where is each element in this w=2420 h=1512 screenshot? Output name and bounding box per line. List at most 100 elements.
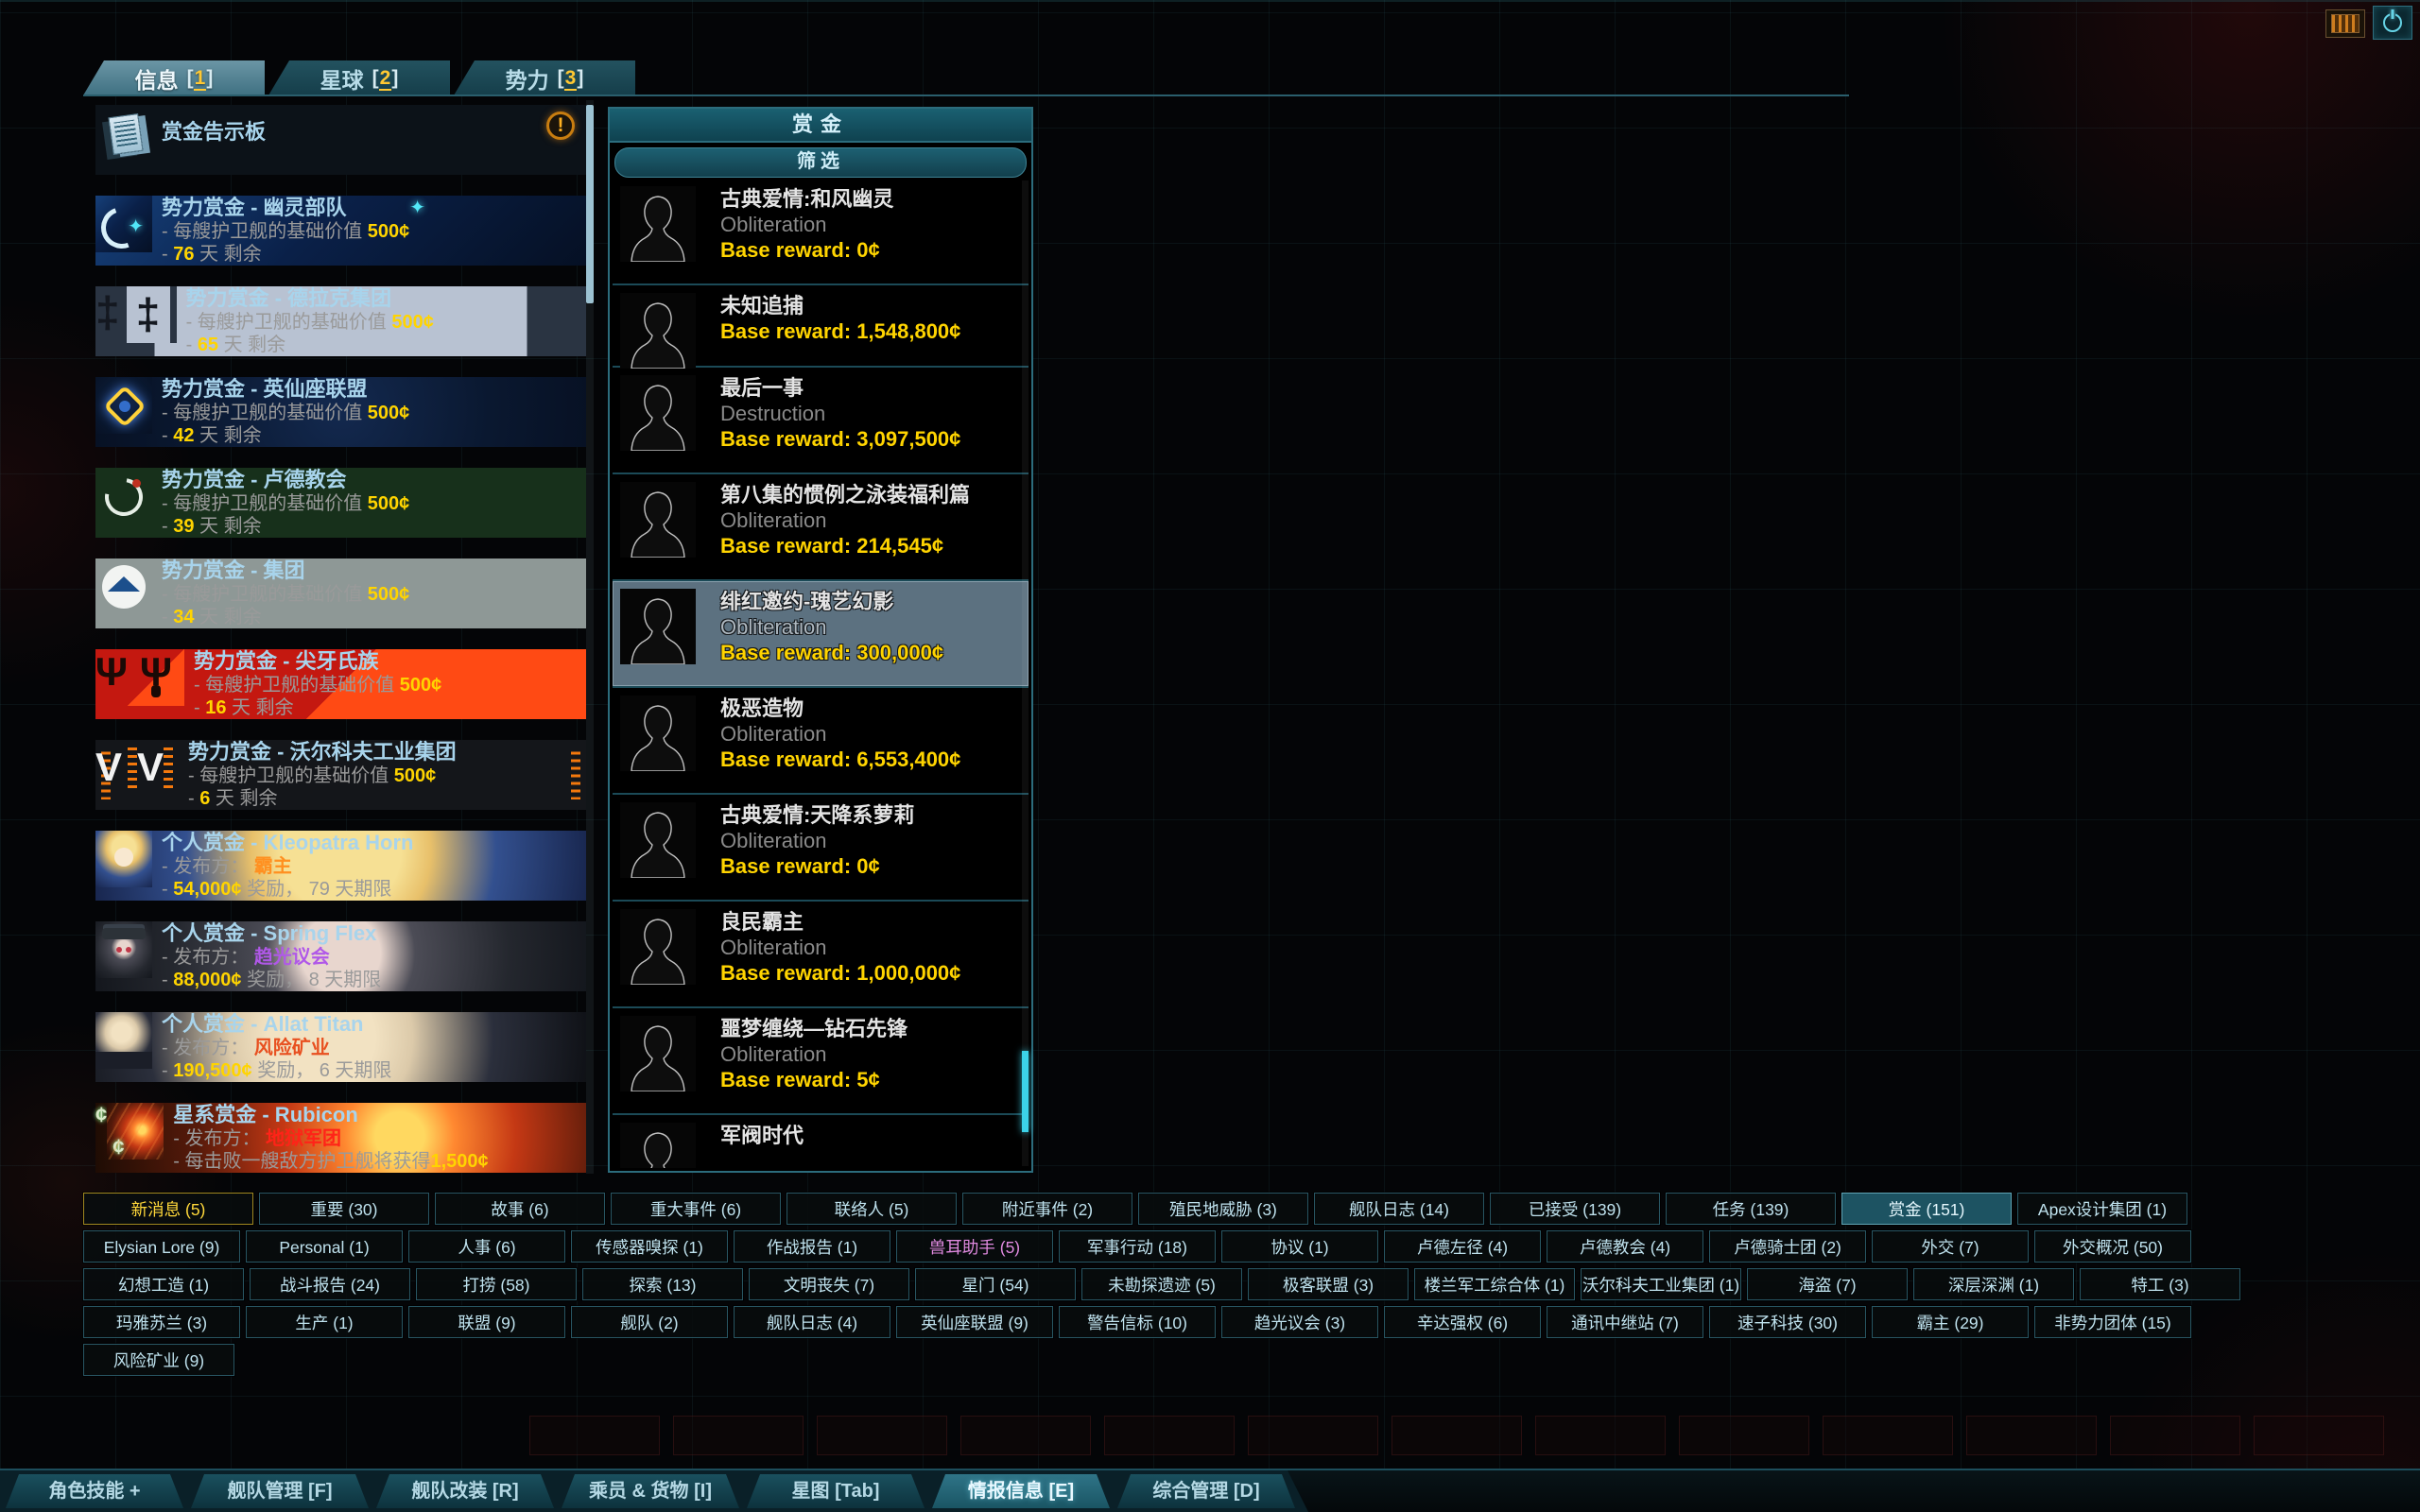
bounty-entry[interactable]: 最后一事DestructionBase reward: 3,097,500¢ [613, 368, 1028, 474]
filter-chip[interactable]: 星门 (54) [915, 1268, 1076, 1300]
filter-chip[interactable]: 速子科技 (30) [1709, 1306, 1866, 1338]
intel-list-item[interactable]: 势力赏金 - 尖牙氏族- 每艘护卫舰的基础价值 500¢- 16 天 剩余 [95, 649, 586, 719]
filter-chip[interactable]: 重大事件 (6) [611, 1193, 781, 1225]
filter-chip[interactable]: 军事行动 (18) [1059, 1230, 1216, 1263]
filter-chip[interactable]: 兽耳助手 (5) [896, 1230, 1053, 1263]
filter-chip[interactable]: 卢德左径 (4) [1384, 1230, 1541, 1263]
intel-item-line1: - 每艘护卫舰的基础价值 500¢ [162, 220, 409, 243]
filter-chip[interactable]: 协议 (1) [1221, 1230, 1378, 1263]
bottom-tab[interactable]: 舰队改装 [R] [376, 1474, 554, 1508]
tab[interactable]: 星球[2] [268, 60, 450, 95]
filter-chip[interactable]: 舰队日志 (4) [734, 1306, 890, 1338]
filter-chip[interactable]: 卢德骑士团 (2) [1709, 1230, 1866, 1263]
bounty-entry[interactable]: 古典爱情:和风幽灵ObliterationBase reward: 0¢ [613, 179, 1028, 285]
filter-chip[interactable]: 战斗报告 (24) [250, 1268, 410, 1300]
bottom-tab[interactable]: 角色技能 + [6, 1474, 183, 1508]
filter-chip[interactable]: 卢德教会 (4) [1547, 1230, 1703, 1263]
bounty-entry[interactable]: 极恶造物ObliterationBase reward: 6,553,400¢ [613, 688, 1028, 795]
tab[interactable]: 势力[3] [454, 60, 635, 95]
filter-chip[interactable]: 故事 (6) [435, 1193, 605, 1225]
filter-chip[interactable]: 外交 (7) [1872, 1230, 2029, 1263]
bottom-tab[interactable]: 舰队管理 [F] [191, 1474, 369, 1508]
filter-chip[interactable]: 楼兰军工综合体 (1) [1414, 1268, 1575, 1300]
inactive-slot [1392, 1416, 1522, 1455]
filter-chip[interactable]: 作战报告 (1) [734, 1230, 890, 1263]
bottom-tab[interactable]: 情报信息 [E] [932, 1474, 1110, 1508]
performance-icon[interactable] [2325, 9, 2365, 38]
intel-item-line3: - 45 天 期限 [173, 1173, 488, 1174]
intel-list-item[interactable]: 势力赏金 - 幽灵部队- 每艘护卫舰的基础价值 500¢- 76 天 剩余 [95, 196, 586, 266]
filter-chip[interactable]: Elysian Lore (9) [83, 1230, 240, 1263]
bounty-entry[interactable]: 未知追捕Base reward: 1,548,800¢ [613, 285, 1028, 368]
bounty-entry[interactable]: 良民霸主ObliterationBase reward: 1,000,000¢ [613, 902, 1028, 1008]
filter-chip[interactable]: 外交概况 (50) [2034, 1230, 2191, 1263]
bottom-tab[interactable]: 乘员 & 货物 [I] [562, 1474, 739, 1508]
filter-chip[interactable]: 非势力团体 (15) [2034, 1306, 2191, 1338]
filter-chip[interactable]: 趋光议会 (3) [1221, 1306, 1378, 1338]
bounty-entry[interactable]: 第八集的惯例之泳装福利篇ObliterationBase reward: 214… [613, 474, 1028, 581]
filter-chip[interactable]: Apex设计集团 (1) [2017, 1193, 2187, 1225]
filter-chip[interactable]: 霸主 (29) [1872, 1306, 2029, 1338]
filter-chip[interactable]: 舰队日志 (14) [1314, 1193, 1484, 1225]
intel-list-item[interactable]: 个人赏金 - Allat Titan- 发布方： 风险矿业- 190,500¢ … [95, 1012, 586, 1082]
filter-chip[interactable]: 通讯中继站 (7) [1547, 1306, 1703, 1338]
bounty-entry[interactable]: 噩梦缠绕—钻石先锋ObliterationBase reward: 5¢ [613, 1008, 1028, 1115]
filter-chip[interactable]: 探索 (13) [582, 1268, 743, 1300]
filter-chip[interactable]: 传感器嗅探 (1) [571, 1230, 728, 1263]
bounty-entry[interactable]: 绯红邀约-瑰艺幻影ObliterationBase reward: 300,00… [613, 581, 1028, 688]
filter-chip[interactable]: 已接受 (139) [1490, 1193, 1660, 1225]
filter-chip[interactable]: 玛雅苏兰 (3) [83, 1306, 240, 1338]
bounty-entry[interactable]: 军阀时代 [613, 1115, 1028, 1168]
filter-chip[interactable]: 打捞 (58) [416, 1268, 577, 1300]
intel-list-item[interactable]: 势力赏金 - 英仙座联盟- 每艘护卫舰的基础价值 500¢- 42 天 剩余 [95, 377, 586, 447]
power-button[interactable] [2373, 6, 2412, 40]
bottom-tab[interactable]: 星图 [Tab] [747, 1474, 925, 1508]
filter-chip[interactable]: 联盟 (9) [408, 1306, 565, 1338]
filter-chip[interactable]: 联络人 (5) [786, 1193, 957, 1225]
filter-chip[interactable]: 警告信标 (10) [1059, 1306, 1216, 1338]
intel-list-item[interactable]: 势力赏金 - 集团- 每艘护卫舰的基础价值 500¢- 34 天 剩余 [95, 558, 586, 628]
intel-list-item[interactable]: 赏金告示板 [95, 105, 586, 175]
filter-chip[interactable]: 特工 (3) [2080, 1268, 2240, 1300]
filter-chip[interactable]: 英仙座联盟 (9) [896, 1306, 1053, 1338]
filter-chip[interactable]: 辛达强权 (6) [1384, 1306, 1541, 1338]
filter-chip[interactable]: 幻想工造 (1) [83, 1268, 244, 1300]
intel-list-item[interactable]: 势力赏金 - 德拉克集团- 每艘护卫舰的基础价值 500¢- 65 天 剩余 [95, 286, 586, 356]
filter-chip[interactable]: 殖民地威胁 (3) [1138, 1193, 1308, 1225]
filter-chip[interactable]: 极客联盟 (3) [1248, 1268, 1409, 1300]
filter-chip[interactable]: 重要 (30) [259, 1193, 429, 1225]
bottom-tab[interactable]: 综合管理 [D] [1117, 1474, 1295, 1508]
bounty-reward: Base reward: 6,553,400¢ [720, 747, 960, 772]
intel-list-item[interactable]: 星系赏金 - Rubicon- 发布方： 地狱军团- 每击败一艘敌方护卫舰将获得… [95, 1103, 586, 1173]
filter-chip[interactable]: 海盗 (7) [1747, 1268, 1908, 1300]
sidebar-scroll-thumb[interactable] [586, 105, 594, 303]
filter-chip[interactable]: 人事 (6) [408, 1230, 565, 1263]
intel-list-item[interactable]: 个人赏金 - Spring Flex- 发布方： 趋光议会- 88,000¢ 奖… [95, 921, 586, 991]
filter-row-1: 新消息 (5)重要 (30)故事 (6)重大事件 (6)联络人 (5)附近事件 … [83, 1193, 2240, 1225]
filter-chip[interactable]: 附近事件 (2) [962, 1193, 1132, 1225]
filter-button[interactable]: 筛选 [614, 147, 1027, 178]
filter-chip[interactable]: 新消息 (5) [83, 1193, 253, 1225]
portrait-silhouette-icon [620, 186, 696, 262]
filter-chip[interactable]: Personal (1) [246, 1230, 403, 1263]
bounty-scrollbar[interactable] [1022, 180, 1028, 1166]
bounty-scroll-thumb[interactable] [1022, 1051, 1028, 1132]
bounty-entry[interactable]: 古典爱情:天降系萝莉ObliterationBase reward: 0¢ [613, 795, 1028, 902]
tab-label: 信息 [135, 62, 179, 94]
intel-item-line1: - 每艘护卫舰的基础价值 500¢ [162, 583, 409, 606]
filter-chip[interactable]: 深层深渊 (1) [1913, 1268, 2074, 1300]
filter-chip[interactable]: 生产 (1) [246, 1306, 403, 1338]
filter-chip[interactable]: 文明丧失 (7) [749, 1268, 909, 1300]
sidebar-scrollbar[interactable] [586, 100, 594, 1174]
filter-chip[interactable]: 沃尔科夫工业集团 (1) [1581, 1268, 1741, 1300]
intel-list-item[interactable]: 势力赏金 - 卢德教会- 每艘护卫舰的基础价值 500¢- 39 天 剩余 [95, 468, 586, 538]
tab[interactable]: 信息[1] [83, 60, 265, 95]
filter-chip[interactable]: 未勘探遗迹 (5) [1081, 1268, 1242, 1300]
bounty-name: 噩梦缠绕—钻石先锋 [720, 1016, 908, 1041]
filter-chip[interactable]: 赏金 (151) [1841, 1193, 2012, 1225]
intel-list-item[interactable]: 势力赏金 - 沃尔科夫工业集团- 每艘护卫舰的基础价值 500¢- 6 天 剩余 [95, 740, 586, 810]
filter-chip[interactable]: 风险矿业 (9) [83, 1344, 234, 1376]
filter-chip[interactable]: 舰队 (2) [571, 1306, 728, 1338]
intel-list-item[interactable]: 个人赏金 - Kleopatra Horn- 发布方： 霸主- 54,000¢ … [95, 831, 586, 901]
filter-chip[interactable]: 任务 (139) [1666, 1193, 1836, 1225]
